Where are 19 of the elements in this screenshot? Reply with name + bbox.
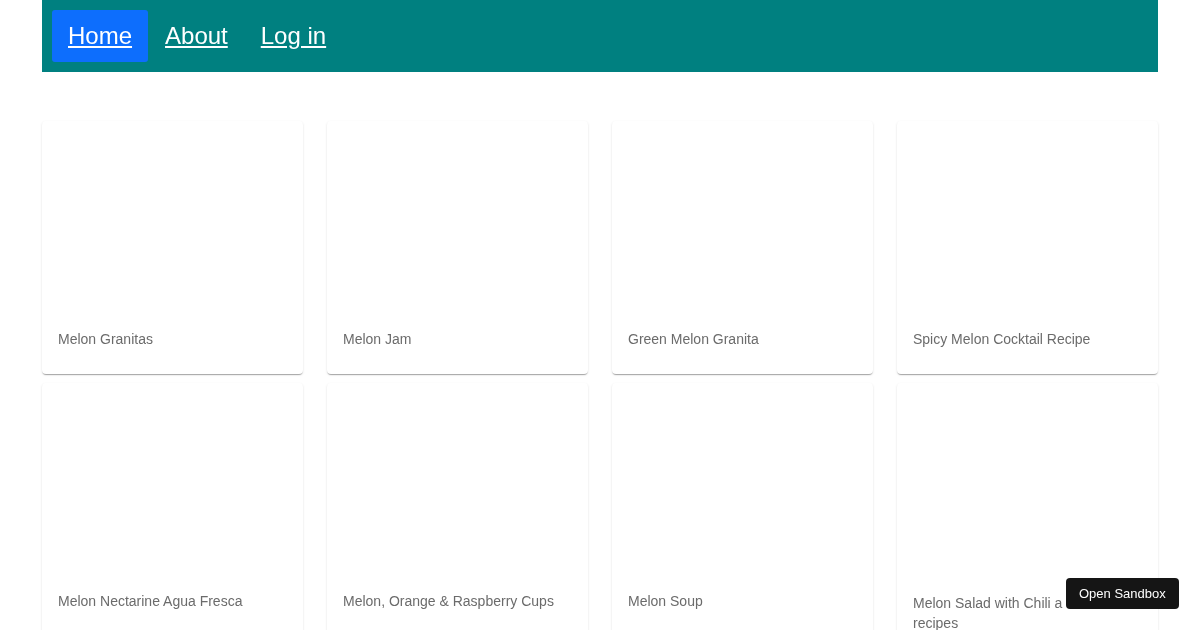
recipe-card[interactable]: Melon Jam: [327, 121, 588, 374]
nav-link[interactable]: Home: [52, 10, 149, 62]
recipe-card[interactable]: Green Melon Granita: [612, 121, 873, 374]
card-title: Melon, Orange & Raspberry Cups: [343, 592, 554, 611]
card-title: Melon Salad with Chili a recipes: [913, 594, 1063, 630]
card-title: Melon Nectarine Agua Fresca: [58, 592, 243, 611]
card-title: Green Melon Granita: [628, 330, 759, 349]
card-title: Melon Granitas: [58, 330, 153, 349]
recipe-card[interactable]: Melon Nectarine Agua Fresca: [42, 383, 303, 630]
card-title: Melon Soup: [628, 592, 703, 611]
recipe-card[interactable]: Melon Granitas: [42, 121, 303, 374]
recipe-card[interactable]: Melon, Orange & Raspberry Cups: [327, 383, 588, 630]
open-sandbox-button[interactable]: Open Sandbox: [1066, 578, 1179, 609]
recipe-card[interactable]: Spicy Melon Cocktail Recipe: [897, 121, 1158, 374]
card-title: Melon Jam: [343, 330, 412, 349]
nav-link[interactable]: About: [149, 10, 244, 62]
recipe-card[interactable]: Melon Soup: [612, 383, 873, 630]
nav-link[interactable]: Log in: [244, 10, 343, 62]
card-title: Spicy Melon Cocktail Recipe: [913, 330, 1091, 349]
